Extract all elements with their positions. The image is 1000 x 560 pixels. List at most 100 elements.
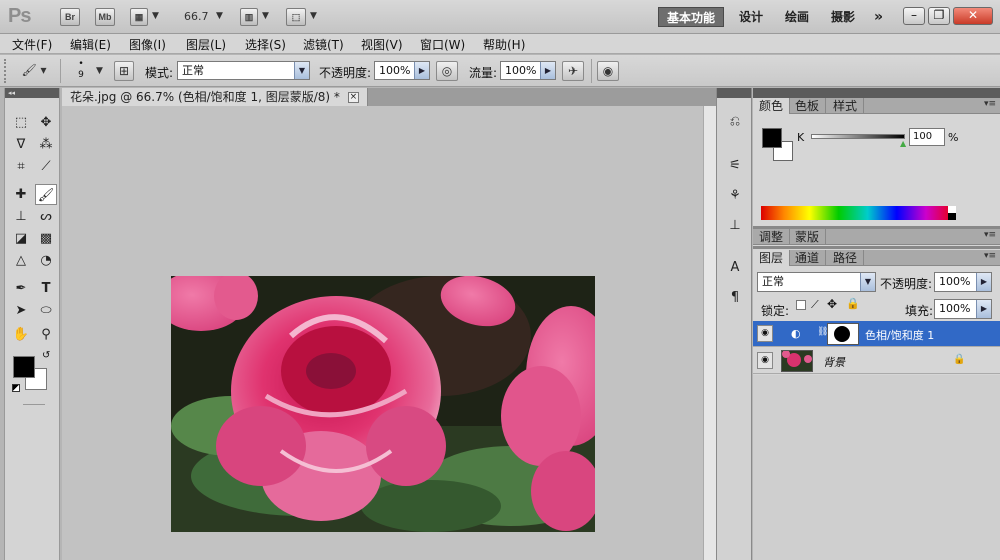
close-button[interactable]: ✕ xyxy=(953,7,993,25)
brush-size-preview[interactable]: • 9 xyxy=(74,59,88,81)
airbrush-icon[interactable]: ✈ xyxy=(562,61,584,81)
clone-source-panel-icon[interactable]: ⊥ xyxy=(725,216,745,236)
close-icon[interactable]: × xyxy=(347,92,359,103)
fill-field[interactable]: 100% ▶ xyxy=(934,299,992,319)
brush-preset-icon[interactable]: 🖌 ▾ xyxy=(16,61,52,81)
lock-transparent-icon[interactable] xyxy=(796,300,806,310)
collapse-icon[interactable]: ◂◂ xyxy=(5,88,59,98)
marquee-tool-icon[interactable]: ⬚ xyxy=(10,112,32,133)
chevron-down-icon[interactable]: ▼ xyxy=(860,273,875,291)
chevron-right-icon[interactable]: ▶ xyxy=(976,273,991,291)
tab-layers[interactable]: 图层 xyxy=(753,250,791,266)
lasso-tool-icon[interactable]: ᐁ xyxy=(10,134,32,155)
blur-tool-icon[interactable]: △ xyxy=(10,250,32,271)
gradient-tool-icon[interactable]: ▩ xyxy=(35,228,57,249)
color-foreground-swatch[interactable] xyxy=(762,128,782,148)
layer-name[interactable]: 色相/饱和度 1 xyxy=(865,327,934,343)
layer-opacity-field[interactable]: 100% ▶ xyxy=(934,272,992,292)
expand-icon[interactable] xyxy=(717,88,751,98)
layers-empty-area[interactable] xyxy=(753,375,1000,560)
slider-handle-icon[interactable]: ▲ xyxy=(900,139,906,148)
brush-presets-panel-icon[interactable]: ⚟ xyxy=(725,156,745,176)
paragraph-panel-icon[interactable]: ¶ xyxy=(725,288,745,308)
menu-window[interactable]: 窗口(W) xyxy=(420,36,465,53)
mini-bridge-button[interactable]: Mb xyxy=(95,8,115,26)
pen-tool-icon[interactable]: ✒ xyxy=(10,278,32,299)
menu-file[interactable]: 文件(F) xyxy=(12,36,52,53)
default-colors-icon[interactable] xyxy=(12,384,20,392)
zoom-level[interactable]: 66.7 xyxy=(184,10,209,23)
crop-tool-icon[interactable]: ⌗ xyxy=(10,156,32,177)
more-workspaces-button[interactable]: » xyxy=(866,7,891,27)
character-panel-icon[interactable]: A xyxy=(725,258,745,278)
black-white-swatch[interactable] xyxy=(948,206,956,220)
zoom-tool-icon[interactable]: ⚲ xyxy=(35,324,57,345)
path-select-tool-icon[interactable]: ➤ xyxy=(10,300,32,321)
tab-color[interactable]: 颜色 xyxy=(753,98,791,114)
background-thumbnail[interactable] xyxy=(781,350,813,372)
panel-menu-icon[interactable]: ▾≡ xyxy=(984,230,996,240)
options-grip[interactable] xyxy=(4,59,8,83)
menu-image[interactable]: 图像(I) xyxy=(129,36,166,53)
quick-select-tool-icon[interactable]: ⁂ xyxy=(35,134,57,155)
color-spectrum-bar[interactable] xyxy=(761,206,955,220)
eye-icon[interactable]: ◉ xyxy=(757,325,773,342)
menu-filter[interactable]: 滤镜(T) xyxy=(303,36,344,53)
chevron-down-icon[interactable]: ▼ xyxy=(152,11,159,21)
shape-tool-icon[interactable]: ⬭ xyxy=(35,300,57,321)
layer-row-background[interactable]: ◉ 背景 🔒 xyxy=(753,348,1000,374)
pressure-opacity-icon[interactable]: ◎ xyxy=(436,61,458,81)
healing-brush-tool-icon[interactable]: ✚ xyxy=(10,184,32,205)
blend-mode-select[interactable]: 正常 ▼ xyxy=(757,272,876,292)
collapse-icon[interactable] xyxy=(753,88,1000,98)
eraser-tool-icon[interactable]: ◪ xyxy=(10,228,32,249)
chevron-down-icon[interactable]: ▼ xyxy=(216,11,223,21)
move-tool-icon[interactable]: ✥ xyxy=(35,112,57,133)
vertical-scrollbar[interactable] xyxy=(703,106,716,560)
arrange-documents-icon[interactable]: ▥ xyxy=(240,8,258,26)
menu-layer[interactable]: 图层(L) xyxy=(186,36,226,53)
menu-edit[interactable]: 编辑(E) xyxy=(70,36,111,53)
channel-slider[interactable] xyxy=(811,134,905,139)
document-tab[interactable]: 花朵.jpg @ 66.7% (色相/饱和度 1, 图层蒙版/8) * × xyxy=(62,88,368,106)
eyedropper-tool-icon[interactable]: ⟋ xyxy=(35,156,57,177)
menu-select[interactable]: 选择(S) xyxy=(245,36,286,53)
flow-field[interactable]: 100% ▶ xyxy=(500,61,556,80)
foreground-color-swatch[interactable] xyxy=(13,356,35,378)
menu-help[interactable]: 帮助(H) xyxy=(483,36,525,53)
chevron-down-icon[interactable]: ▼ xyxy=(294,62,309,79)
chevron-right-icon[interactable]: ▶ xyxy=(540,62,555,79)
tab-paths[interactable]: 路径 xyxy=(827,250,865,266)
tab-masks[interactable]: 蒙版 xyxy=(789,229,827,245)
bridge-button[interactable]: Br xyxy=(60,8,80,26)
type-tool-icon[interactable]: T xyxy=(35,278,57,299)
history-brush-tool-icon[interactable]: ᔕ xyxy=(35,206,57,227)
eye-icon[interactable]: ◉ xyxy=(757,352,773,369)
menu-view[interactable]: 视图(V) xyxy=(361,36,403,53)
brush-panel-icon[interactable]: ⚘ xyxy=(725,186,745,206)
flower-photo[interactable] xyxy=(171,276,595,532)
hand-tool-icon[interactable]: ✋ xyxy=(10,324,32,345)
minimize-button[interactable]: – xyxy=(903,7,925,25)
dodge-tool-icon[interactable]: ◔ xyxy=(35,250,57,271)
screen-mode-icon[interactable]: ⬚ xyxy=(286,8,306,26)
mode-select[interactable]: 正常 ▼ xyxy=(177,61,310,80)
tab-swatches[interactable]: 色板 xyxy=(789,98,827,114)
swap-colors-icon[interactable]: ↺ xyxy=(42,350,50,361)
panel-menu-icon[interactable]: ▾≡ xyxy=(984,99,996,109)
history-panel-icon[interactable]: ⎌ xyxy=(725,112,745,132)
chevron-right-icon[interactable]: ▶ xyxy=(976,300,991,318)
layer-name[interactable]: 背景 xyxy=(823,354,845,370)
workspace-essentials[interactable]: 基本功能 xyxy=(658,7,725,27)
brush-tool-icon[interactable]: 🖌 xyxy=(35,184,57,205)
opacity-field[interactable]: 100% ▶ xyxy=(374,61,430,80)
lock-all-icon[interactable]: 🔒 xyxy=(846,297,860,310)
tab-adjustments[interactable]: 调整 xyxy=(753,229,791,245)
chevron-down-icon[interactable]: ▼ xyxy=(262,11,269,21)
view-extras-icon[interactable]: ▦ xyxy=(130,8,148,26)
workspace-painting[interactable]: 绘画 xyxy=(777,7,817,27)
panel-menu-icon[interactable]: ▾≡ xyxy=(984,251,996,261)
workspace-photography[interactable]: 摄影 xyxy=(823,7,863,27)
restore-button[interactable]: ❐ xyxy=(928,7,950,25)
clone-stamp-tool-icon[interactable]: ⊥ xyxy=(10,206,32,227)
